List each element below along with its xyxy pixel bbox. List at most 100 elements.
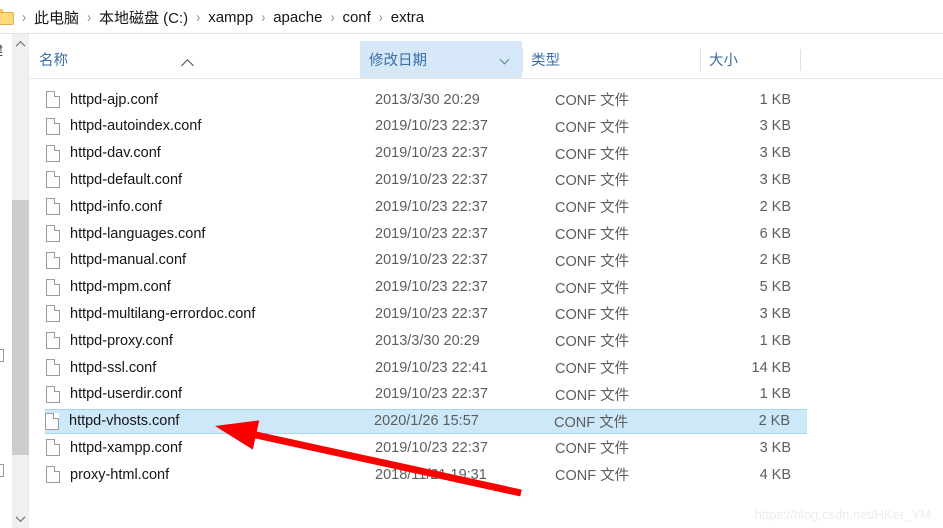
file-date: 2019/10/23 22:37 — [375, 279, 488, 296]
breadcrumb-item[interactable]: extra — [385, 7, 430, 28]
table-row-selected[interactable]: httpd-vhosts.conf 2020/1/26 15:57 CONF 文件 2… — [45, 408, 807, 434]
file-icon — [46, 91, 60, 108]
table-row[interactable]: httpd-manual.conf 2019/10/23 22:37 CONF 文件… — [46, 248, 806, 273]
file-date: 2019/10/23 22:37 — [375, 145, 488, 162]
table-row[interactable]: httpd-userdir.conf 2019/10/23 22:37 CONF 文… — [46, 382, 806, 407]
file-name: httpd-dav.conf — [70, 145, 161, 162]
file-icon — [46, 251, 60, 269]
table-row[interactable]: httpd-ssl.conf 2019/10/23 22:41 CONF 文件 14 … — [46, 355, 806, 380]
file-date: 2019/10/23 22:37 — [375, 225, 488, 242]
file-date: 2019/10/23 22:37 — [375, 171, 488, 188]
file-name: httpd-proxy.conf — [70, 332, 173, 349]
file-name: httpd-xampp.conf — [70, 439, 183, 456]
file-name: httpd-userdir.conf — [70, 386, 183, 403]
scroll-up-button[interactable] — [12, 36, 29, 53]
file-name: httpd-ajp.conf — [70, 91, 158, 108]
file-icon — [46, 466, 60, 484]
table-row[interactable]: httpd-default.conf 2019/10/23 22:37 CONF 文… — [46, 167, 806, 192]
file-size: 3 KB — [759, 118, 791, 135]
sidebar-sliver-item — [0, 349, 4, 362]
sidebar-sliver-label: 建 — [0, 40, 3, 59]
file-date: 2013/3/30 20:29 — [375, 332, 480, 349]
file-list: httpd-ajp.conf 2013/3/30 20:29 CONF 文件 1 KB… — [30, 81, 943, 528]
file-type: CONF 文件 — [555, 93, 630, 109]
column-divider[interactable] — [800, 49, 801, 71]
table-row[interactable]: httpd-mpm.conf 2019/10/23 22:37 CONF 文件 5 K… — [46, 275, 806, 300]
vertical-scrollbar[interactable] — [12, 34, 29, 528]
file-icon — [45, 412, 59, 430]
column-header-size-label: 大小 — [709, 53, 738, 69]
file-size: 5 KB — [759, 279, 791, 296]
column-divider[interactable] — [360, 49, 361, 71]
file-date: 2020/1/26 15:57 — [374, 413, 479, 430]
file-date: 2019/10/23 22:37 — [375, 305, 488, 322]
table-row[interactable]: httpd-info.conf 2019/10/23 22:37 CONF 文件 2 … — [46, 194, 806, 219]
file-name: httpd-manual.conf — [70, 252, 187, 269]
file-name: httpd-info.conf — [70, 198, 162, 215]
file-name: httpd-ssl.conf — [70, 359, 157, 376]
sort-ascending-icon — [181, 59, 194, 72]
column-header-size[interactable]: 大小 — [700, 41, 800, 78]
sidebar-sliver-item — [0, 464, 4, 477]
table-row[interactable]: proxy-html.conf 2018/11/21 19:31 CONF 文件 4 … — [46, 462, 806, 487]
column-header-name-label: 名称 — [39, 53, 68, 69]
file-name: httpd-vhosts.conf — [69, 413, 180, 430]
file-date: 2019/10/23 22:37 — [375, 252, 488, 269]
breadcrumb-item[interactable]: apache — [267, 7, 328, 28]
column-divider[interactable] — [700, 49, 701, 71]
table-row[interactable]: httpd-multilang-errordoc.conf 2019/10/23 … — [46, 301, 806, 326]
breadcrumb-item[interactable]: xampp — [202, 7, 259, 28]
watermark-text: https://blog.csdn.net/HKer_YM — [754, 507, 931, 522]
file-type: CONF 文件 — [554, 414, 629, 431]
sidebar-edge-sliver: 建 — [0, 34, 12, 528]
table-row[interactable]: httpd-xampp.conf 2019/10/23 22:37 CONF 文件 3… — [46, 435, 806, 460]
column-header-type[interactable]: 类型 — [522, 41, 700, 78]
table-row[interactable]: httpd-ajp.conf 2013/3/30 20:29 CONF 文件 1 KB — [46, 87, 806, 112]
file-icon — [46, 171, 60, 189]
file-icon — [46, 385, 60, 403]
file-name: httpd-default.conf — [70, 171, 183, 188]
file-type: CONF 文件 — [555, 441, 630, 458]
file-icon — [46, 359, 60, 376]
breadcrumb-item[interactable]: 本地磁盘 (C:) — [93, 5, 194, 30]
chevron-up-icon — [15, 40, 26, 51]
file-size: 1 KB — [759, 386, 791, 403]
column-divider[interactable] — [522, 49, 523, 71]
column-header-name[interactable]: 名称 — [30, 41, 360, 78]
file-size: 3 KB — [759, 305, 791, 322]
column-header-type-label: 类型 — [531, 53, 560, 69]
file-size: 2 KB — [758, 413, 790, 430]
file-name: proxy-html.conf — [70, 466, 170, 483]
file-name: httpd-mpm.conf — [70, 279, 171, 296]
table-row[interactable]: httpd-dav.conf 2019/10/23 22:37 CONF 文件 3 K… — [46, 141, 806, 166]
file-icon — [46, 198, 60, 216]
breadcrumb-item[interactable]: conf — [336, 7, 376, 28]
file-type: CONF 文件 — [555, 253, 630, 270]
table-row[interactable]: httpd-languages.conf 2019/10/23 22:37 CONF… — [46, 221, 806, 246]
file-name: httpd-multilang-errordoc.conf — [70, 305, 256, 322]
file-icon — [46, 117, 60, 135]
file-type: CONF 文件 — [555, 468, 630, 485]
address-bar: › 此电脑 › 本地磁盘 (C:) › xampp › apache › conf › extra — [0, 0, 943, 34]
chevron-down-icon[interactable] — [499, 54, 510, 65]
file-type: CONF 文件 — [555, 280, 630, 297]
scrollbar-thumb[interactable] — [12, 200, 29, 455]
file-date: 2019/10/23 22:37 — [375, 118, 488, 135]
breadcrumb-separator: › — [87, 8, 92, 26]
table-row[interactable]: httpd-proxy.conf 2013/3/30 20:29 CONF 文件 1 … — [46, 328, 806, 353]
scroll-down-button[interactable] — [12, 510, 29, 527]
file-size: 1 KB — [759, 91, 791, 108]
file-size: 4 KB — [759, 466, 791, 483]
file-type: CONF 文件 — [555, 387, 630, 404]
breadcrumb-separator: › — [378, 8, 383, 26]
file-size: 3 KB — [759, 145, 791, 162]
breadcrumb-item[interactable]: 此电脑 — [28, 5, 85, 30]
file-date: 2013/3/30 20:29 — [375, 91, 480, 108]
file-date: 2019/10/23 22:37 — [375, 386, 488, 403]
table-row[interactable]: httpd-autoindex.conf 2019/10/23 22:37 CONF… — [46, 114, 806, 139]
file-type: CONF 文件 — [555, 200, 630, 217]
column-header-date[interactable]: 修改日期 — [360, 41, 522, 78]
file-type: CONF 文件 — [555, 361, 630, 377]
breadcrumb-separator: › — [330, 8, 335, 26]
file-icon — [46, 332, 60, 350]
